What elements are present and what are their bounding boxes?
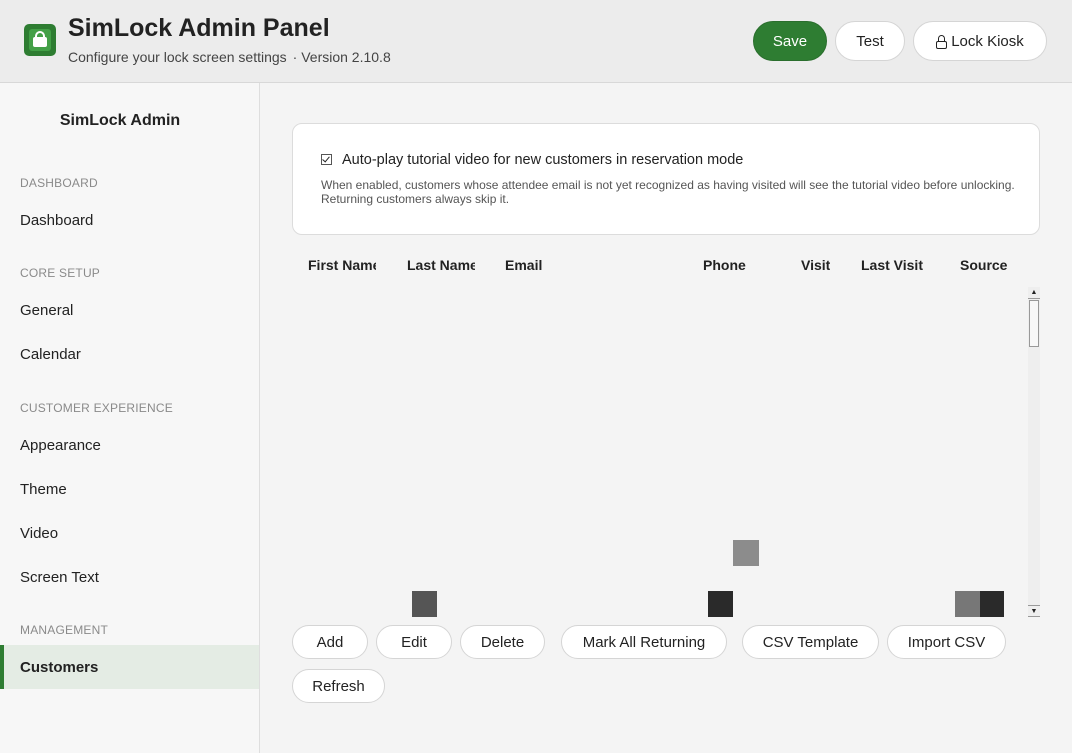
customers-table-header: First Name Last Name Email Phone Visits … <box>292 249 1040 281</box>
tutorial-settings-card: Auto-play tutorial video for new custome… <box>292 123 1040 235</box>
rendering-artifact <box>412 591 437 617</box>
rendering-artifact <box>955 591 980 617</box>
version-label: · Version 2.10.8 <box>292 49 391 65</box>
lock-app-icon <box>24 24 56 56</box>
tutorial-autoplay-description: When enabled, customers whose attendee e… <box>321 178 1015 206</box>
sidebar-item-video[interactable]: Video <box>0 511 259 555</box>
sidebar-item-label: Video <box>20 524 59 542</box>
lock-kiosk-label: Lock Kiosk <box>951 32 1024 50</box>
rendering-artifact <box>708 591 733 617</box>
col-first-name[interactable]: First Name <box>308 257 376 273</box>
section-customer-experience: CUSTOMER EXPERIENCE <box>20 401 173 415</box>
app-subtitle: Configure your lock screen settings · Ver… <box>68 49 391 65</box>
save-button[interactable]: Save <box>753 21 827 61</box>
sidebar-item-dashboard[interactable]: Dashboard <box>0 198 259 242</box>
section-management: MANAGEMENT <box>20 623 109 637</box>
section-core-setup: CORE SETUP <box>20 266 101 280</box>
col-phone[interactable]: Phone <box>703 257 763 273</box>
rendering-artifact <box>733 540 759 566</box>
col-source[interactable]: Source <box>960 257 1020 273</box>
scroll-down-arrow-icon[interactable]: ▼ <box>1028 605 1040 617</box>
sidebar: SimLock Admin DASHBOARD Dashboard CORE S… <box>0 83 260 753</box>
lock-kiosk-button[interactable]: Lock Kiosk <box>913 21 1047 61</box>
app-header: SimLock Admin Panel Configure your lock … <box>0 0 1072 83</box>
sidebar-item-label: Screen Text <box>20 568 99 586</box>
sidebar-item-label: Customers <box>20 658 99 676</box>
sidebar-item-calendar[interactable]: Calendar <box>0 332 259 376</box>
sidebar-item-label: Calendar <box>20 345 81 363</box>
sidebar-item-general[interactable]: General <box>0 288 259 332</box>
customers-table-body[interactable] <box>292 287 1029 617</box>
col-last-visit[interactable]: Last Visit <box>861 257 941 273</box>
delete-button[interactable]: Delete <box>460 625 545 659</box>
main-content: Auto-play tutorial video for new custome… <box>261 83 1072 753</box>
app-title: SimLock Admin Panel <box>68 14 330 42</box>
edit-button[interactable]: Edit <box>376 625 452 659</box>
import-csv-button[interactable]: Import CSV <box>887 625 1006 659</box>
col-email[interactable]: Email <box>505 257 565 273</box>
test-button[interactable]: Test <box>835 21 905 61</box>
mark-all-returning-button[interactable]: Mark All Returning <box>561 625 727 659</box>
sidebar-item-customers[interactable]: Customers <box>0 645 259 689</box>
sidebar-item-appearance[interactable]: Appearance <box>0 423 259 467</box>
checkmark-icon <box>322 154 330 163</box>
scroll-up-arrow-icon[interactable]: ▲ <box>1028 287 1040 299</box>
padlock-icon <box>936 35 948 49</box>
sidebar-item-theme[interactable]: Theme <box>0 467 259 511</box>
sidebar-item-label: General <box>20 301 74 319</box>
col-visits[interactable]: Visits <box>801 257 830 273</box>
section-dashboard: DASHBOARD <box>20 176 98 190</box>
sidebar-item-label: Appearance <box>20 436 101 454</box>
scrollbar-thumb[interactable] <box>1029 300 1039 347</box>
rendering-artifact <box>980 591 1004 617</box>
tutorial-autoplay-checkbox[interactable] <box>321 154 332 165</box>
table-scrollbar[interactable]: ▲ ▼ <box>1028 287 1040 617</box>
sidebar-item-screen-text[interactable]: Screen Text <box>0 555 259 599</box>
refresh-button[interactable]: Refresh <box>292 669 385 703</box>
add-button[interactable]: Add <box>292 625 368 659</box>
sidebar-brand: SimLock Admin <box>59 112 181 129</box>
tutorial-autoplay-label[interactable]: Auto-play tutorial video for new custome… <box>342 152 743 168</box>
col-last-name[interactable]: Last Name <box>407 257 475 273</box>
sidebar-item-label: Dashboard <box>20 211 94 229</box>
csv-template-button[interactable]: CSV Template <box>742 625 879 659</box>
sidebar-item-label: Theme <box>20 480 67 498</box>
subtitle-text: Configure your lock screen settings <box>68 49 287 65</box>
